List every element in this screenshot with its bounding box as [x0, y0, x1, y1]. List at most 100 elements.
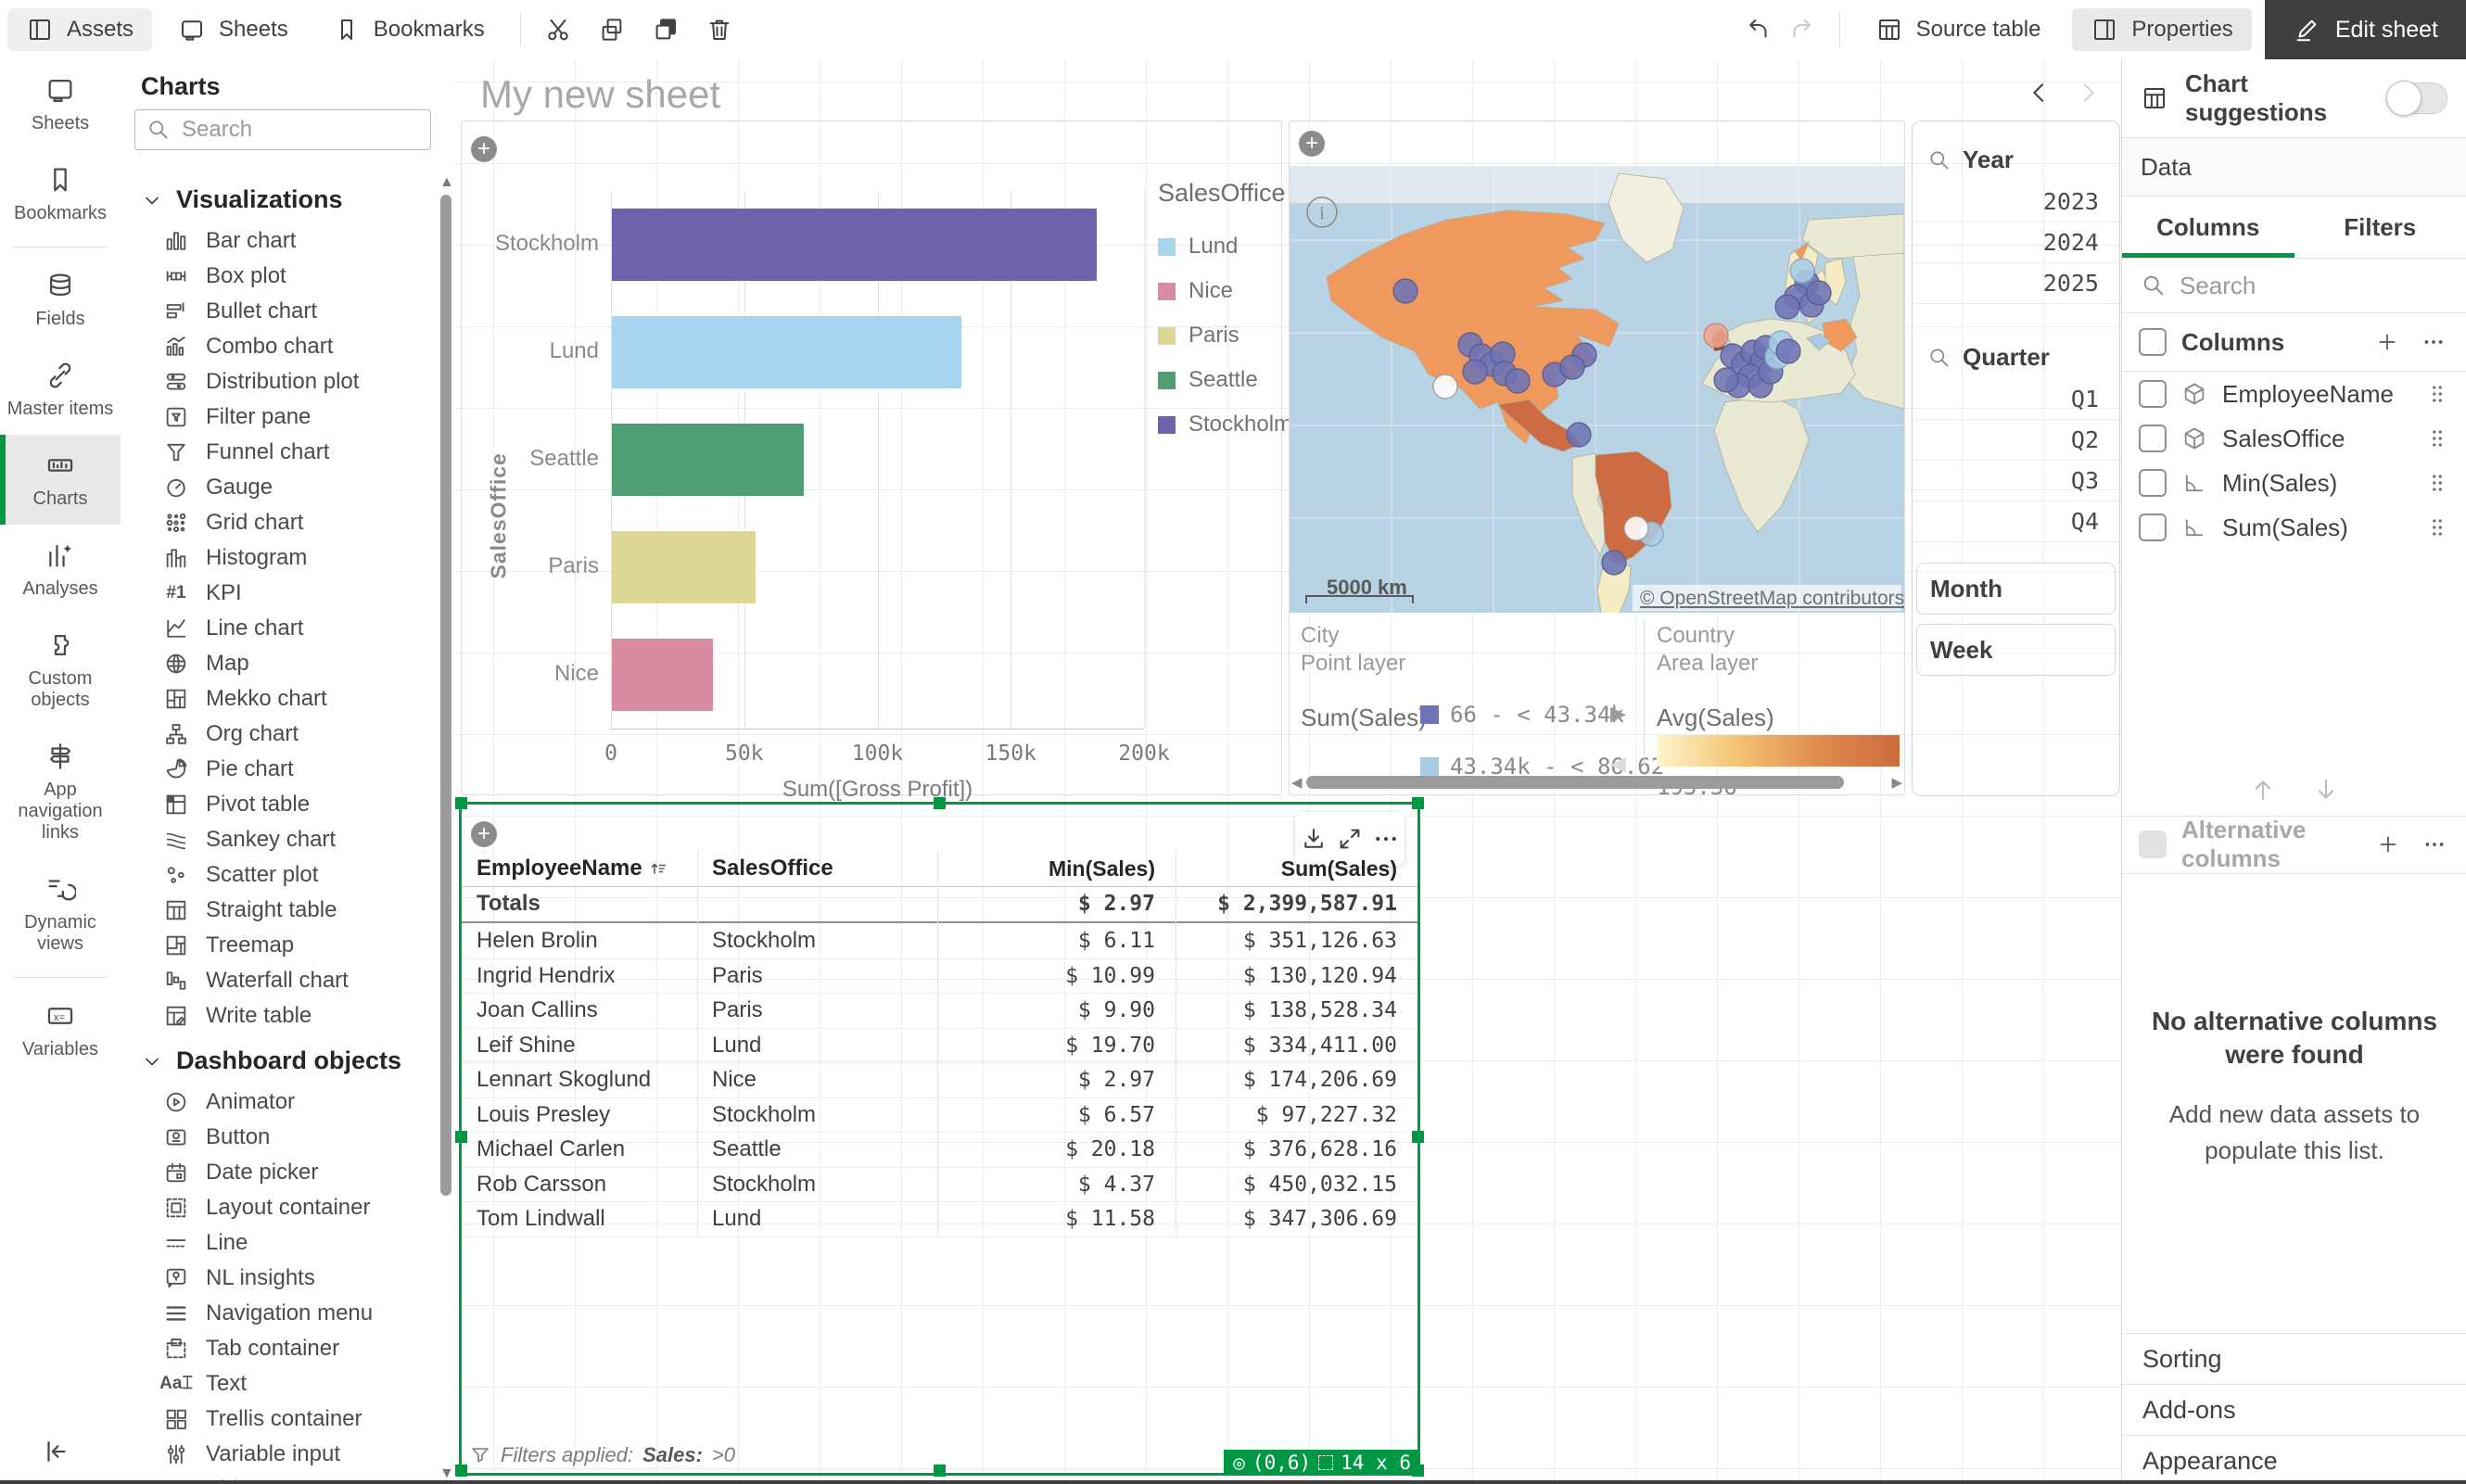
columns-select-all-checkbox[interactable] [2139, 328, 2167, 356]
table-column-header-0[interactable]: EmployeeName [477, 851, 697, 886]
map-scrollbar-thumb[interactable] [1306, 776, 1844, 789]
table-cell-min[interactable]: $ 6.11 [937, 923, 1155, 958]
accordion-add-ons[interactable]: Add-ons [2122, 1384, 2466, 1435]
table-cell-min[interactable]: $ 20.18 [937, 1132, 1155, 1167]
asset-item-pie-chart[interactable]: Pie chart [121, 752, 441, 787]
table-cell-sum[interactable]: $ 130,120.94 [1176, 958, 1397, 994]
bar-seattle[interactable] [612, 424, 804, 496]
asset-item-variable-input[interactable]: Variable input [121, 1437, 441, 1472]
table-cell-office[interactable]: Paris [712, 993, 763, 1028]
bar-nice[interactable] [612, 639, 713, 711]
table-cell-office[interactable]: Seattle [712, 1132, 782, 1167]
table-column-header-1[interactable]: SalesOffice [712, 851, 937, 886]
source-table-button[interactable]: Source table [1857, 8, 2060, 51]
selection-handle[interactable] [455, 1465, 467, 1477]
table-cell-office[interactable]: Stockholm [712, 1167, 816, 1202]
selection-handle[interactable] [934, 1465, 946, 1477]
table-cell-office[interactable]: Stockholm [712, 1097, 816, 1133]
column-checkbox[interactable] [2139, 469, 2167, 497]
asset-item-tab-container[interactable]: Tab container [121, 1331, 441, 1366]
asset-item-date-picker[interactable]: Date picker [121, 1155, 441, 1190]
map-data-point[interactable] [1704, 323, 1728, 348]
map-data-point[interactable] [1776, 339, 1800, 363]
asset-item-histogram[interactable]: Histogram [121, 540, 441, 576]
column-checkbox[interactable] [2139, 514, 2167, 541]
asset-item-sankey-chart[interactable]: Sankey chart [121, 822, 441, 857]
asset-item-pivot-table[interactable]: Pivot table [121, 787, 441, 822]
bar-chart-title-placeholder[interactable]: + [471, 136, 506, 162]
redo-button[interactable] [1780, 8, 1823, 51]
asset-item-bar-chart[interactable]: Bar chart [121, 223, 441, 259]
filter-value-Q2[interactable]: Q2 [1913, 420, 2119, 461]
asset-item-line[interactable]: Line [121, 1225, 441, 1261]
table-cell-sum[interactable]: $ 351,126.63 [1176, 923, 1397, 958]
topbar-tab-bookmarks[interactable]: Bookmarks [314, 8, 503, 51]
paste-button[interactable] [645, 9, 686, 50]
straight-table-object-selected[interactable]: + EmployeeName SalesOfficeMin(Sales) Sum(… [459, 802, 1420, 1476]
download-icon[interactable] [1300, 825, 1328, 853]
asset-item-trellis-container[interactable]: Trellis container [121, 1402, 441, 1437]
rail-item-analyses[interactable]: Analyses [0, 525, 121, 615]
listbox-header[interactable]: Year [1913, 131, 2119, 182]
move-down-icon[interactable] [2310, 774, 2342, 805]
rail-item-fields[interactable]: Fields [0, 255, 121, 345]
asset-item-distribution-plot[interactable]: Distribution plot [121, 364, 441, 400]
rail-item-custom-objects[interactable]: Custom objects [0, 615, 121, 726]
map-data-point[interactable] [1463, 360, 1487, 384]
asset-item-org-chart[interactable]: Org chart [121, 717, 441, 752]
legend-item[interactable]: Lund [1158, 234, 1292, 260]
asset-item-straight-table[interactable]: Straight table [121, 893, 441, 928]
bar-lund[interactable] [612, 316, 961, 388]
more-options-icon[interactable] [1372, 825, 1400, 853]
accordion-appearance[interactable]: Appearance [2122, 1435, 2466, 1484]
asset-item-treemap[interactable]: Treemap [121, 928, 441, 963]
selection-handle[interactable] [1412, 797, 1424, 809]
table-title-placeholder[interactable]: + [471, 821, 506, 847]
add-column-button[interactable] [2371, 326, 2403, 358]
filter-value-Q4[interactable]: Q4 [1913, 501, 2119, 542]
map-horizontal-scrollbar[interactable]: ◀ ▶ [1291, 774, 1902, 791]
add-alternative-column-button[interactable] [2372, 829, 2404, 860]
column-item-Min(Sales)[interactable]: Min(Sales) [2122, 461, 2466, 505]
selection-handle[interactable] [1412, 1131, 1424, 1143]
table-cell-min[interactable]: $ 6.57 [937, 1097, 1155, 1133]
bar-paris[interactable] [612, 531, 756, 603]
trash-button[interactable] [699, 9, 740, 50]
assets-scrollbar-thumb[interactable] [440, 195, 451, 1196]
legend-item[interactable]: Seattle [1158, 367, 1292, 393]
previous-sheet-button[interactable] [2019, 72, 2060, 113]
world-map[interactable]: i 5000 km © OpenStreetMap contributors [1290, 166, 1904, 613]
drag-handle-icon[interactable] [2425, 382, 2449, 406]
table-column-header-2[interactable]: Min(Sales) [937, 851, 1155, 886]
map-attribution[interactable]: © OpenStreetMap contributors [1633, 585, 1904, 611]
asset-item-funnel-chart[interactable]: Funnel chart [121, 435, 441, 470]
map-data-point[interactable] [1602, 551, 1626, 575]
table-cell-name[interactable]: Ingrid Hendrix [477, 958, 615, 994]
table-column-header-3[interactable]: Sum(Sales) [1176, 851, 1397, 886]
cut-button[interactable] [538, 9, 578, 50]
listbox-week-collapsed[interactable]: Week [1916, 624, 2116, 676]
legend-item[interactable]: Nice [1158, 278, 1292, 304]
assets-scrollbar[interactable]: ▲ ▼ [439, 172, 452, 1484]
table-cell-name[interactable]: Rob Carsson [477, 1167, 606, 1202]
map-data-point[interactable] [1567, 423, 1591, 447]
scroll-right-icon[interactable]: ▶ [1891, 774, 1902, 791]
filter-value-2025[interactable]: 2025 [1913, 263, 2119, 304]
map-data-point[interactable] [1433, 374, 1457, 399]
rail-item-variables[interactable]: x= Variables [0, 985, 121, 1075]
tab-columns[interactable]: Columns [2122, 197, 2294, 258]
asset-item-animator[interactable]: Animator [121, 1084, 441, 1120]
drag-handle-icon[interactable] [2425, 471, 2449, 495]
rail-item-dynamic-views[interactable]: Dynamic views [0, 858, 121, 970]
table-cell-sum[interactable]: $ 347,306.69 [1176, 1201, 1397, 1237]
table-cell-name[interactable]: Helen Brolin [477, 923, 598, 958]
columns-search-input[interactable]: Search [2122, 259, 2466, 313]
map-data-point[interactable] [1775, 295, 1799, 319]
undo-button[interactable] [1737, 8, 1780, 51]
asset-item-text[interactable]: Aa⌶ Text [121, 1366, 441, 1402]
bar-stockholm[interactable] [612, 209, 1097, 281]
rail-item-charts[interactable]: Charts [0, 435, 121, 525]
asset-item-bullet-chart[interactable]: Bullet chart [121, 294, 441, 329]
column-checkbox[interactable] [2139, 425, 2167, 452]
filter-value-Q3[interactable]: Q3 [1913, 461, 2119, 501]
